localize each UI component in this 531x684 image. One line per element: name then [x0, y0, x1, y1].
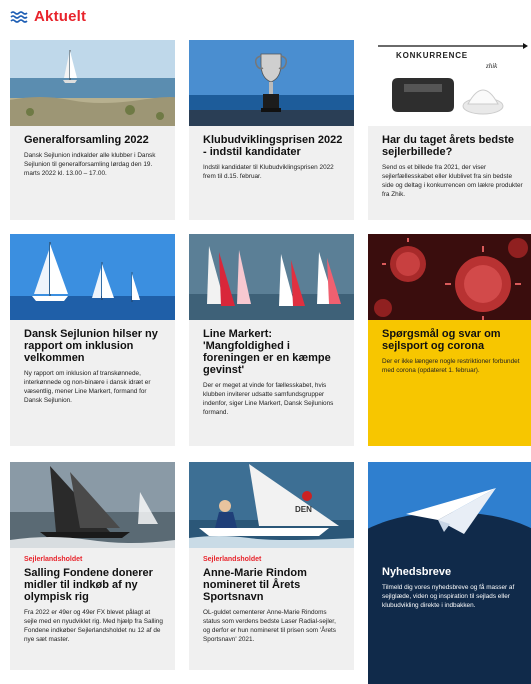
news-card-rindom[interactable]: DEN Sejlerlandsholdet Anne-Marie Rindom …: [189, 462, 354, 670]
card-image-sailboats-blue: [10, 234, 175, 320]
waves-icon: [10, 10, 28, 23]
card-title[interactable]: Spørgsmål og svar om sejlsport og corona: [382, 328, 523, 352]
card-title[interactable]: Nyhedsbreve: [382, 566, 523, 578]
card-category[interactable]: Sejlerlandsholdet: [203, 556, 344, 563]
card-title[interactable]: Line Markert: 'Mangfoldighed i foreninge…: [203, 328, 344, 376]
news-card-corona[interactable]: Spørgsmål og svar om sejlsport og corona…: [368, 234, 531, 446]
card-image-laser-sailor: DEN: [189, 462, 354, 548]
svg-text:DEN: DEN: [295, 505, 312, 514]
konkurrence-banner: KONKURRENCE: [396, 51, 468, 60]
news-card-konkurrence[interactable]: KONKURRENCE zhik Har du taget årets beds…: [368, 40, 531, 220]
card-image-sailboat-shore: [10, 40, 175, 126]
card-text: Tilmeld dig vores nyhedsbreve og få mass…: [382, 584, 515, 609]
card-text: Der er ikke længere nogle restriktioner …: [382, 358, 520, 374]
card-title[interactable]: Anne-Marie Rindom nomineret til Årets Sp…: [203, 567, 344, 603]
news-card-nyhedsbreve[interactable]: Nyhedsbreve Tilmeld dig vores nyhedsbrev…: [368, 462, 531, 684]
news-card-mangfoldighed[interactable]: Line Markert: 'Mangfoldighed i foreninge…: [189, 234, 354, 446]
card-image-konkurrence: KONKURRENCE zhik: [368, 40, 531, 126]
card-text: Der er meget at vinde for fællesskabet, …: [203, 382, 334, 416]
news-card-salling-fondene[interactable]: Sejlerlandsholdet Salling Fondene donere…: [10, 462, 175, 670]
card-text: Dansk Sejlunion indkalder alle klubber i…: [24, 152, 156, 177]
news-card-generalforsamling[interactable]: Generalforsamling 2022 Dansk Sejlunion i…: [10, 40, 175, 220]
card-title[interactable]: Dansk Sejlunion hilser ny rapport om ink…: [24, 328, 165, 364]
zhik-logo-text: zhik: [485, 62, 498, 70]
card-title[interactable]: Klubudviklingsprisen 2022 - indstil kand…: [203, 134, 344, 158]
card-image-trophy: [189, 40, 354, 126]
card-text: Indstil kandidater til Klubudviklingspri…: [203, 164, 334, 180]
card-title[interactable]: Salling Fondene donerer midler til indkø…: [24, 567, 165, 603]
section-header: Aktuelt: [10, 8, 86, 25]
card-text: Ny rapport om inklusion af transkønnede,…: [24, 370, 151, 404]
card-title[interactable]: Generalforsamling 2022: [24, 134, 165, 146]
card-image-red-sails: [189, 234, 354, 320]
news-card-inklusion-rapport[interactable]: Dansk Sejlunion hilser ny rapport om ink…: [10, 234, 175, 446]
card-image-dinghy: [10, 462, 175, 548]
card-text: Fra 2022 er 49er og 49er FX blevet pålag…: [24, 609, 163, 643]
card-image-virus: [368, 234, 531, 320]
section-title: Aktuelt: [34, 8, 87, 25]
card-image-paper-plane: [368, 462, 531, 556]
news-card-klubudviklingsprisen[interactable]: Klubudviklingsprisen 2022 - indstil kand…: [189, 40, 354, 220]
card-text: OL-guldet cementerer Anne-Marie Rindoms …: [203, 609, 336, 643]
card-text: Send os et billede fra 2021, der viser s…: [382, 164, 523, 198]
card-title[interactable]: Har du taget årets bedste sejlerbillede?: [382, 134, 523, 158]
card-category[interactable]: Sejlerlandsholdet: [24, 556, 165, 563]
